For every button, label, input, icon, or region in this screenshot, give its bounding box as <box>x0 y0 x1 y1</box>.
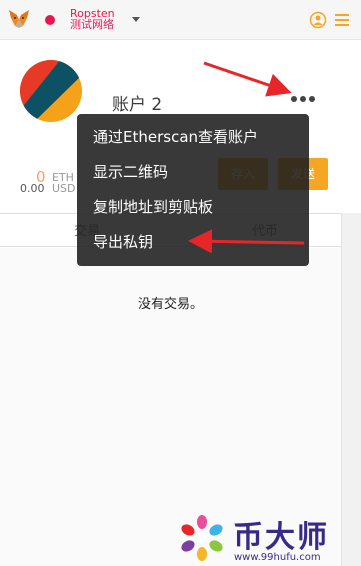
account-avatar[interactable] <box>20 60 82 122</box>
more-options-icon[interactable] <box>290 94 316 104</box>
network-status-dot <box>45 15 55 25</box>
usd-balance-unit: USD <box>52 182 76 195</box>
identicon-icon <box>20 60 82 122</box>
watermark-title: 币大师 <box>233 520 329 555</box>
menu-item-show-qr-code[interactable]: 显示二维码 <box>93 161 168 182</box>
watermark-logo-icon <box>181 515 223 561</box>
menu-item-copy-address[interactable]: 复制地址到剪贴板 <box>93 196 213 217</box>
network-subtitle[interactable]: 测试网络 <box>70 19 114 31</box>
account-switch-icon[interactable] <box>309 11 327 29</box>
app-header: Ropsten 测试网络 <box>0 0 361 40</box>
hamburger-menu-icon[interactable] <box>334 12 350 28</box>
watermark-url: www.99hufu.com <box>234 552 321 563</box>
account-name: 账户 2 <box>112 95 163 115</box>
account-options-menu: 通过Etherscan查看账户 显示二维码 复制地址到剪贴板 导出私钥 <box>77 114 309 266</box>
scrollbar[interactable] <box>341 213 361 566</box>
menu-item-view-on-etherscan[interactable]: 通过Etherscan查看账户 <box>93 126 258 147</box>
usd-balance-value: 0.00 <box>20 182 45 195</box>
empty-state-message: 没有交易。 <box>137 297 203 312</box>
chevron-down-icon[interactable] <box>132 17 140 22</box>
menu-item-export-private-key[interactable]: 导出私钥 <box>93 231 153 252</box>
metamask-fox-icon[interactable] <box>8 9 30 29</box>
annotation-arrow-menu <box>203 61 292 97</box>
